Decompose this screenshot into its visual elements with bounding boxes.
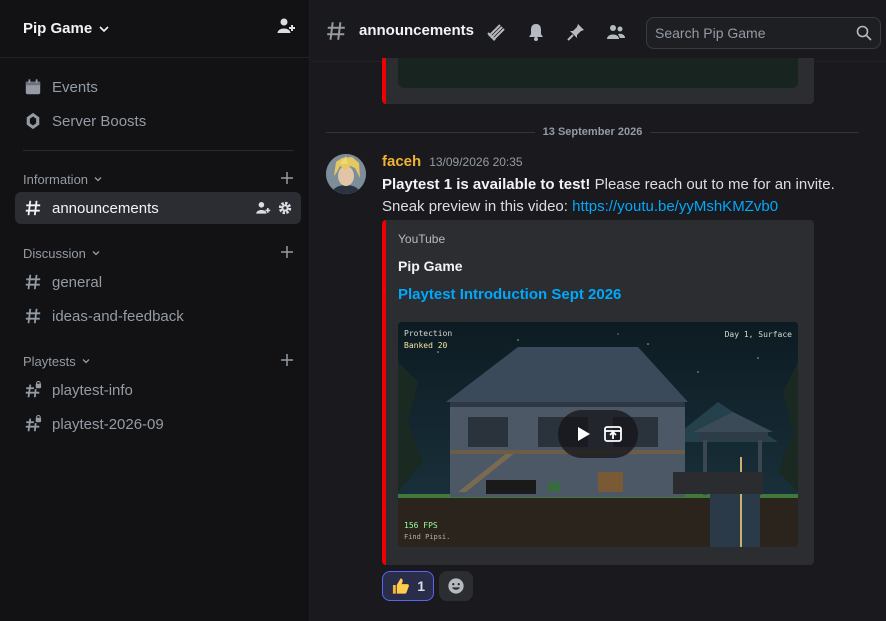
- add-reaction-button[interactable]: [439, 571, 473, 601]
- message-author[interactable]: faceh: [382, 153, 421, 170]
- open-external-icon[interactable]: [603, 424, 623, 444]
- boost-gem-icon: [23, 111, 43, 131]
- hud-banked-value: 20: [437, 341, 448, 350]
- sidebar-item-general[interactable]: general: [15, 266, 301, 298]
- pin-icon[interactable]: [566, 22, 586, 42]
- sidebar-item-playtest-info[interactable]: playtest-info: [15, 374, 301, 406]
- search-icon[interactable]: [856, 25, 872, 41]
- create-channel-button[interactable]: [280, 353, 294, 370]
- search-input[interactable]: [655, 25, 856, 41]
- sidebar-item-announcements[interactable]: announcements: [15, 192, 301, 224]
- hud-banked: Banked 20: [404, 341, 447, 350]
- plus-icon: [281, 171, 293, 184]
- channel-title: announcements: [359, 22, 475, 39]
- add-member-icon[interactable]: [255, 200, 271, 216]
- hud-day: Day 1, Surface: [724, 330, 792, 339]
- hud-protection: Protection: [404, 329, 453, 338]
- gear-icon[interactable]: [277, 200, 293, 216]
- smiley-icon: [448, 578, 464, 594]
- category-label: Playtests: [23, 353, 76, 369]
- bell-icon[interactable]: [526, 22, 546, 42]
- chevron-down-icon: [82, 359, 90, 364]
- message-text: Sneak preview in this video:: [382, 198, 573, 215]
- embed-provider[interactable]: YouTube: [398, 232, 445, 246]
- reaction-thumbs-up[interactable]: 1: [382, 571, 434, 601]
- message-header: faceh 13/09/2026 20:35: [382, 153, 523, 170]
- message-text-line1: Playtest 1 is available to test! Please …: [382, 176, 835, 193]
- locked-hash-icon: [23, 380, 43, 400]
- video-thumbnail[interactable]: Protection Banked 20 Day 1, Surface 156 …: [398, 322, 798, 547]
- video-controls: [558, 410, 638, 458]
- invite-people-button[interactable]: [276, 16, 296, 41]
- hud-banked-label: Banked: [404, 341, 433, 350]
- play-icon[interactable]: [573, 424, 593, 444]
- sidebar-item-label: general: [52, 273, 103, 291]
- date-separator: 13 September 2026: [326, 124, 860, 140]
- previous-message-embed: [382, 58, 814, 104]
- add-member-icon: [277, 18, 295, 33]
- sidebar-divider: [23, 150, 294, 151]
- server-header[interactable]: Pip Game: [0, 0, 310, 58]
- message-bold-text: Playtest 1 is available to test!: [382, 176, 591, 193]
- create-channel-button[interactable]: [280, 171, 294, 188]
- plus-icon: [281, 245, 293, 258]
- message-timestamp[interactable]: 13/09/2026 20:35: [429, 155, 522, 169]
- chevron-down-icon: [92, 251, 100, 256]
- reaction-bar: 1: [382, 571, 473, 601]
- hash-icon: [23, 198, 43, 218]
- category-discussion[interactable]: Discussion: [23, 243, 294, 263]
- youtube-embed: YouTube Pip Game Playtest Introduction S…: [382, 220, 814, 565]
- avatar[interactable]: [326, 154, 366, 194]
- calendar-icon: [23, 77, 43, 97]
- thumbs-up-icon: [392, 578, 409, 594]
- embed-author[interactable]: Pip Game: [398, 258, 463, 274]
- hash-icon: [23, 306, 43, 326]
- sidebar-item-label: Server Boosts: [52, 112, 147, 130]
- create-channel-button[interactable]: [280, 245, 294, 262]
- hud-hint: Find Pipsi.: [404, 533, 451, 541]
- threads-icon[interactable]: [486, 22, 506, 42]
- hash-icon: [327, 21, 345, 40]
- locked-hash-icon: [23, 414, 43, 434]
- category-information[interactable]: Information: [23, 169, 294, 189]
- discord-app: Pip Game Events Server Boosts Informatio…: [0, 0, 886, 621]
- sidebar-item-label: ideas-and-feedback: [52, 307, 184, 325]
- sidebar-item-label: Events: [52, 78, 98, 96]
- sidebar-item-label: playtest-2026-09: [52, 415, 164, 433]
- chevron-down-icon: [99, 25, 109, 32]
- category-label: Discussion: [23, 245, 86, 261]
- channel-header: announcements: [311, 0, 886, 62]
- message-text: Please reach out to me for an invite.: [590, 176, 835, 193]
- server-name-dropdown[interactable]: Pip Game: [23, 20, 110, 37]
- sidebar-item-label: announcements: [52, 199, 159, 217]
- previous-video-thumbnail[interactable]: [398, 58, 798, 88]
- sidebar-item-ideas-and-feedback[interactable]: ideas-and-feedback: [15, 300, 301, 332]
- sidebar-item-playtest-2026-09[interactable]: playtest-2026-09: [15, 408, 301, 440]
- plus-icon: [281, 353, 293, 366]
- search-box[interactable]: [646, 17, 881, 49]
- sidebar-item-label: playtest-info: [52, 381, 133, 399]
- channel-sidebar: Pip Game Events Server Boosts Informatio…: [0, 0, 310, 621]
- embed-title-link[interactable]: Playtest Introduction Sept 2026: [398, 286, 621, 303]
- hash-icon: [23, 272, 43, 292]
- date-separator-label: 13 September 2026: [542, 126, 643, 138]
- hud-fps: 156 FPS: [404, 521, 438, 530]
- reaction-count: 1: [417, 578, 425, 594]
- sidebar-item-server-boosts[interactable]: Server Boosts: [15, 105, 301, 137]
- category-playtests[interactable]: Playtests: [23, 351, 294, 371]
- chevron-down-icon: [94, 177, 102, 182]
- members-icon[interactable]: [606, 22, 626, 42]
- server-name: Pip Game: [23, 20, 93, 37]
- sidebar-item-events[interactable]: Events: [15, 71, 301, 103]
- category-label: Information: [23, 171, 89, 187]
- message-text-line2: Sneak preview in this video: https://you…: [382, 198, 778, 215]
- video-link[interactable]: https://youtu.be/yyMshKMZvb0: [572, 198, 778, 215]
